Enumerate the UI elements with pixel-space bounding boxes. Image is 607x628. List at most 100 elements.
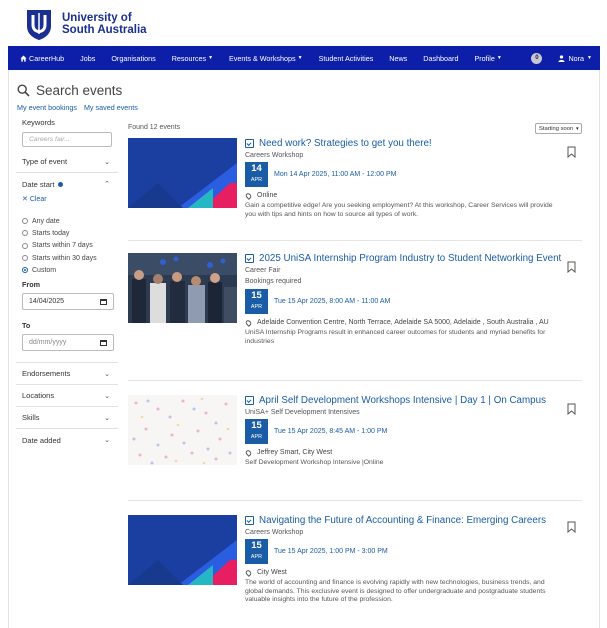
event-type: UniSA+ Self Development Intensives [245, 409, 360, 416]
from-date-value: 14/04/2025 [29, 298, 65, 306]
calendar-icon[interactable] [100, 298, 107, 305]
radio-starts-today[interactable]: Starts today [22, 227, 118, 239]
nav-student-activities[interactable]: Student Activities [319, 54, 374, 63]
event-title-link[interactable]: April Self Development Workshops Intensi… [245, 395, 563, 407]
radio-starts-7-days[interactable]: Starts within 7 days [22, 240, 118, 252]
page-title: Search events [17, 83, 122, 98]
nav-organisations[interactable]: Organisations [111, 54, 155, 63]
chevron-down-icon: ⌄ [104, 158, 110, 166]
event-image-pattern[interactable] [128, 395, 237, 465]
bookmark-icon[interactable] [567, 521, 576, 533]
divider [128, 500, 582, 501]
event-body: 2025 UniSA Internship Program Industry t… [244, 253, 563, 346]
from-date-input[interactable]: 14/04/2025 [22, 293, 114, 311]
radio-button[interactable] [22, 255, 28, 262]
keywords-input[interactable]: Careers fair... [22, 132, 112, 147]
radio-button-selected[interactable] [22, 267, 28, 274]
radio-button[interactable] [22, 218, 28, 225]
event-body: Navigating the Future of Accounting & Fi… [244, 515, 563, 605]
university-logo[interactable]: University of South Australia [24, 6, 147, 42]
date-options: Any date Starts today Starts within 7 da… [16, 215, 118, 276]
endorsements-label: Endorsements [22, 369, 71, 379]
endorsements-filter[interactable]: Endorsements ⌄ [16, 363, 118, 386]
event-booking-note: Bookings required [245, 278, 302, 285]
date-month: APR [250, 304, 263, 310]
event-body: April Self Development Workshops Intensi… [244, 395, 563, 468]
sub-links: My event bookings My saved events [17, 103, 143, 112]
date-added-filter[interactable]: Date added ⌄ [16, 429, 118, 451]
nav-careerhub[interactable]: CareerHub [20, 54, 64, 63]
type-of-event-label: Type of event [22, 157, 68, 166]
my-event-bookings-link[interactable]: My event bookings [17, 103, 77, 112]
keywords-label: Keywords [22, 118, 55, 127]
nav-organisations-label: Organisations [111, 53, 156, 63]
radio-button[interactable] [22, 242, 28, 249]
nav-events-label: Events & Workshops [229, 53, 296, 63]
date-month: APR [250, 434, 263, 440]
radio-button[interactable] [22, 230, 28, 237]
bookmark-icon[interactable] [567, 146, 576, 158]
nav-profile[interactable]: Profile ▼ [474, 54, 501, 63]
skills-filter[interactable]: Skills ⌄ [16, 407, 118, 430]
chevron-up-icon: ⌃ [104, 181, 110, 188]
clear-label: Clear [29, 196, 47, 203]
page-title-text: Search events [36, 83, 123, 98]
caret-down-icon: ▼ [575, 126, 580, 131]
to-date-input[interactable]: dd/mm/yyyy [22, 334, 114, 352]
nav-jobs[interactable]: Jobs [80, 54, 95, 63]
event-date-row: 15 APR Tue 15 Apr 2025, 8:45 AM - 1:00 PM [245, 419, 563, 444]
event-location-text: City West [257, 569, 287, 576]
calendar-check-icon [245, 254, 254, 263]
chevron-down-icon: ⌄ [104, 414, 110, 422]
event-title-link[interactable]: 2025 UniSA Internship Program Industry t… [245, 253, 563, 265]
calendar-check-icon [245, 396, 254, 405]
user-menu[interactable]: Nora ▼ [558, 54, 592, 63]
networking-photo [128, 253, 237, 323]
event-location: Online [244, 191, 563, 200]
bookmark-icon[interactable] [567, 261, 576, 273]
nav-events-workshops[interactable]: Events & Workshops ▼ [229, 54, 303, 63]
radio-starts-30-days[interactable]: Starts within 30 days [22, 252, 118, 264]
nav-dashboard[interactable]: Dashboard [423, 54, 458, 63]
nav-student-activities-label: Student Activities [318, 53, 374, 63]
active-filter-dot [57, 182, 63, 188]
type-of-event-filter[interactable]: Type of event ⌄ [16, 151, 118, 173]
date-day: 14 [251, 163, 262, 174]
locations-filter[interactable]: Locations ⌄ [16, 385, 118, 408]
university-name-line1: University of [62, 12, 132, 24]
caret-down-icon: ▼ [496, 55, 502, 61]
event-datetime: Tue 15 Apr 2025, 8:45 AM - 1:00 PM [274, 428, 388, 435]
nav-dashboard-label: Dashboard [423, 53, 459, 63]
event-type: Career Fair [245, 267, 281, 274]
event-title: April Self Development Workshops Intensi… [259, 395, 546, 406]
event-image-photo[interactable] [128, 253, 237, 323]
event-location: City West [244, 568, 563, 577]
skills-label: Skills [22, 413, 40, 423]
to-label: To [22, 321, 31, 331]
event-type: Careers Workshop [245, 529, 304, 536]
map-pin-icon [244, 318, 253, 327]
radio-any-date[interactable]: Any date [22, 215, 118, 227]
abstract-graphic [128, 138, 237, 208]
my-saved-events-link[interactable]: My saved events [84, 103, 138, 112]
nav-resources[interactable]: Resources ▼ [172, 54, 213, 63]
event-description: Gain a competitive edge! Are you seeking… [245, 202, 553, 218]
divider [128, 380, 582, 381]
date-month: APR [250, 177, 263, 183]
date-start-filter[interactable]: Date start ⌃ [16, 173, 118, 195]
event-image-abstract[interactable] [128, 138, 237, 208]
pattern-graphic [128, 395, 237, 465]
radio-custom[interactable]: Custom [22, 264, 118, 276]
search-icon [17, 84, 30, 97]
event-title-link[interactable]: Need work? Strategies to get you there! [245, 138, 563, 150]
event-image-abstract[interactable] [128, 515, 237, 585]
event-title: Need work? Strategies to get you there! [259, 138, 432, 149]
event-title-link[interactable]: Navigating the Future of Accounting & Fi… [245, 515, 563, 527]
notifications-badge[interactable]: 0 [531, 52, 543, 64]
calendar-icon[interactable] [100, 339, 107, 346]
clear-date-link[interactable]: ✕ Clear [16, 195, 118, 203]
event-location-text: Adelaide Convention Centre, North Terrac… [257, 319, 549, 326]
bookmark-icon[interactable] [567, 403, 576, 415]
sort-dropdown[interactable]: Starting soon ▼ [535, 123, 582, 134]
nav-news[interactable]: News [389, 54, 407, 63]
